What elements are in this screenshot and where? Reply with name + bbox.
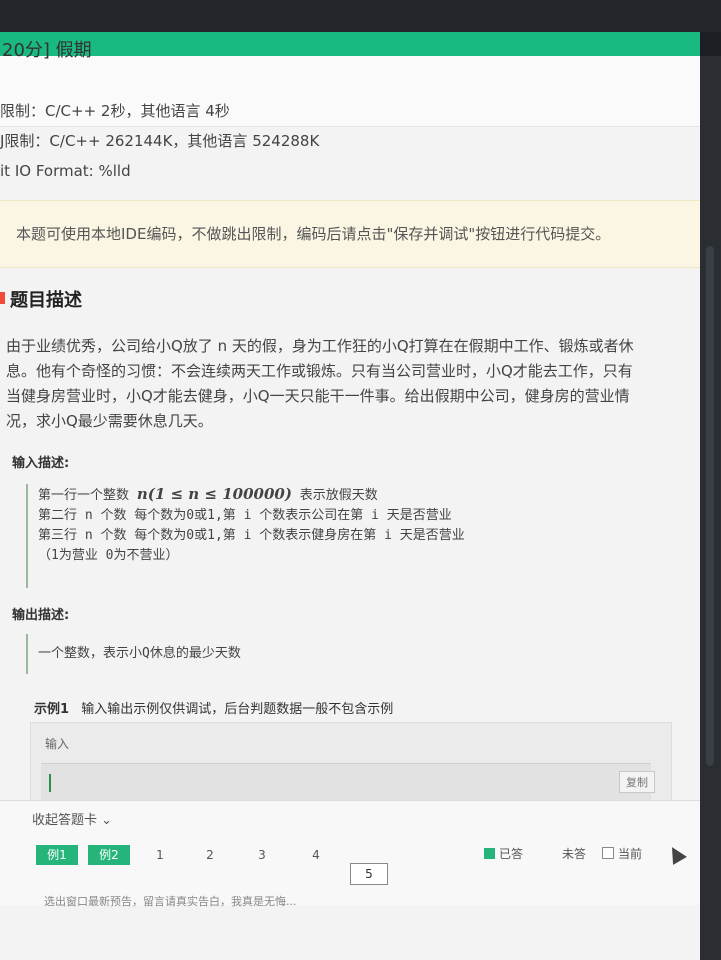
description-line: 当健身房营业时，小Q才能去健身，小Q一天只能干一件事。给出假期中公司，健身房的营… <box>6 387 630 405</box>
collapse-answer-card-toggle[interactable]: 收起答题卡 ⌄ <box>32 809 112 828</box>
time-limit: 限制：C/C++ 2秒，其他语言 4秒 <box>0 102 230 120</box>
footer-notice: 选出窗口最新预告，留言请真实告白，我真是无悔... <box>44 895 297 908</box>
legend-current-label: 当前 <box>618 847 643 861</box>
example-input-label: 输入 <box>45 737 70 751</box>
done-swatch-icon <box>484 848 495 859</box>
memory-limit: J限制：C/C++ 262144K，其他语言 524288K <box>0 132 320 150</box>
legend-todo-label: 未答 <box>562 847 587 861</box>
browser-top-bar <box>0 0 721 32</box>
ide-notice: 本题可使用本地IDE编码，不做跳出限制，编码后请点击"保存并调试"按钮进行代码提… <box>0 200 700 268</box>
current-swatch-icon <box>602 847 614 859</box>
question-button-4[interactable]: 4 <box>304 845 328 865</box>
input-constraint-math: n(1 ≤ n ≤ 100000) <box>136 485 292 503</box>
question-button-5[interactable]: 5 <box>350 863 388 885</box>
page-scrollbar[interactable] <box>700 56 721 960</box>
input-description-block: 第一行一个整数 n(1 ≤ n ≤ 100000) 表示放假天数 第二行 n 个… <box>26 484 678 588</box>
scrollbar-thumb[interactable] <box>706 246 714 766</box>
legend-done: 已答 <box>484 845 523 862</box>
input-line-3: 第三行 n 个数 每个数为0或1,第 i 个数表示健身房在第 i 天是否营业 <box>38 528 465 543</box>
question-button-2[interactable]: 2 <box>198 845 222 865</box>
section-marker <box>0 292 5 304</box>
question-button-example-2[interactable]: 例2 <box>88 845 130 865</box>
section-title-description: 题目描述 <box>10 290 82 311</box>
output-description-title: 输出描述: <box>12 608 70 623</box>
problem-title: 20分] 假期 <box>2 40 92 61</box>
legend-done-label: 已答 <box>499 847 524 861</box>
input-line-1-prefix: 第一行一个整数 <box>38 488 130 503</box>
example-header: 示例1 输入输出示例仅供调试，后台判题数据一般不包含示例 <box>34 698 393 717</box>
legend-current: 当前 <box>602 845 642 862</box>
output-line: 一个整数，表示小Q休息的最少天数 <box>38 646 241 661</box>
question-button-example-1[interactable]: 例1 <box>36 845 78 865</box>
notice-text: 本题可使用本地IDE编码，不做跳出限制，编码后请点击"保存并调试"按钮进行代码提… <box>16 225 611 243</box>
description-line: 由于业绩优秀，公司给小Q放了 n 天的假，身为工作狂的小Q打算在在假期中工作、锻… <box>6 337 634 355</box>
output-description-block: 一个整数，表示小Q休息的最少天数 <box>26 634 678 674</box>
question-button-1[interactable]: 1 <box>148 845 172 865</box>
description-line: 息。他有个奇怪的习惯：不会连续两天工作或锻炼。只有当公司营业时，小Q才能去工作，… <box>6 362 633 380</box>
input-line-4: （1为营业 0为不营业） <box>38 548 179 563</box>
example-title: 示例1 <box>34 702 70 717</box>
io-format: it IO Format: %lld <box>0 162 131 180</box>
input-description-title: 输入描述: <box>12 456 70 471</box>
text-caret <box>49 774 51 792</box>
answer-card-bar: 收起答题卡 ⌄ 例1 例2 1 2 3 4 5 已答 未答 当前 选出窗口最新预… <box>0 800 700 908</box>
input-line-1-suffix: 表示放假天数 <box>299 488 378 503</box>
example-note: 输入输出示例仅供调试，后台判题数据一般不包含示例 <box>81 702 394 717</box>
copy-button[interactable]: 复制 <box>619 771 655 793</box>
question-button-3[interactable]: 3 <box>250 845 274 865</box>
problem-description: 由于业绩优秀，公司给小Q放了 n 天的假，身为工作狂的小Q打算在在假期中工作、锻… <box>6 334 690 434</box>
input-line-2: 第二行 n 个数 每个数为0或1,第 i 个数表示公司在第 i 天是否营业 <box>38 508 452 523</box>
legend-todo: 未答 <box>562 845 586 862</box>
site-header-bar <box>0 32 700 56</box>
limits-block: 限制：C/C++ 2秒，其他语言 4秒 J限制：C/C++ 262144K，其他… <box>0 96 319 186</box>
input-line-1: 第一行一个整数 n(1 ≤ n ≤ 100000) 表示放假天数 <box>38 484 678 506</box>
description-line: 况，求小Q最少需要休息几天。 <box>6 412 213 430</box>
